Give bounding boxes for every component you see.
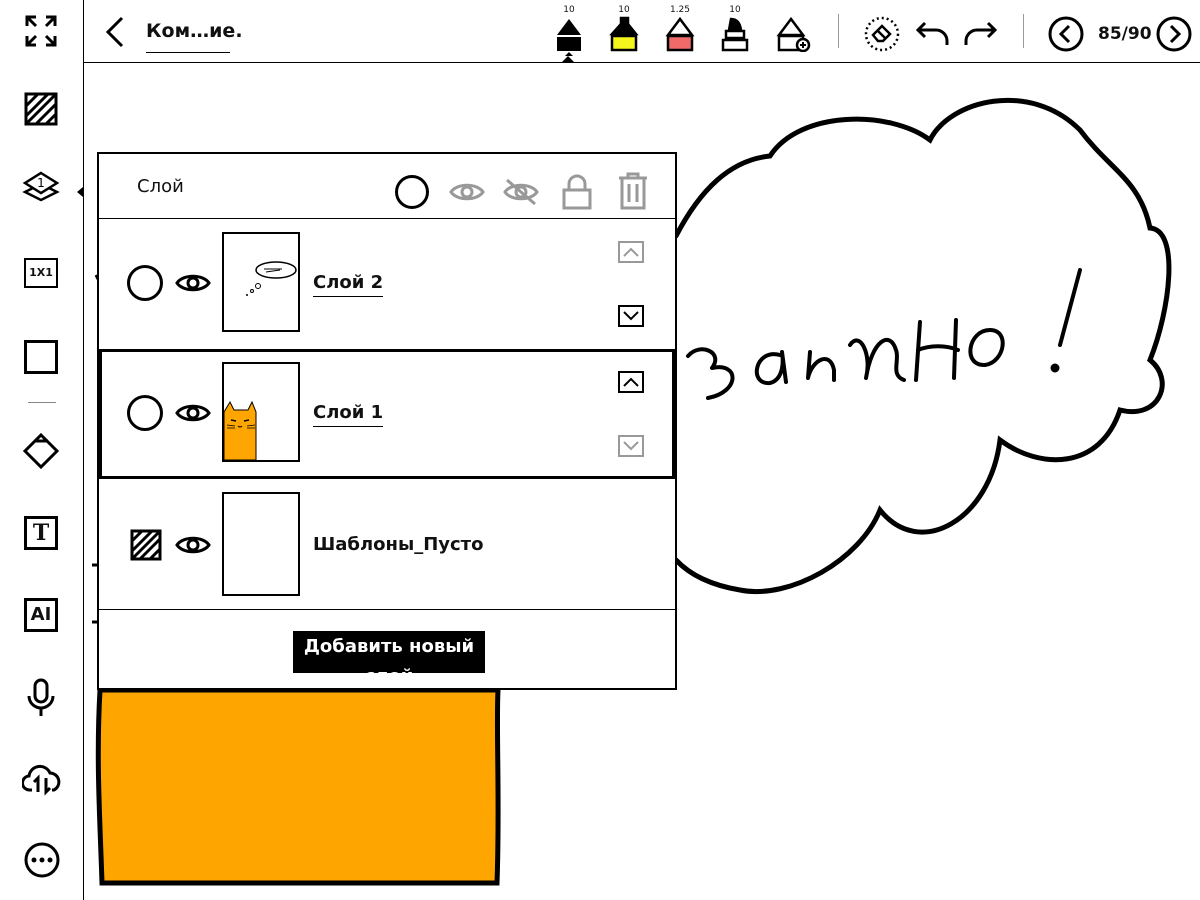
top-toolbar: Ком…ие. 10 10 1.25 10 85/90 [0,0,1200,63]
layer-panel: Слой Слой 2 Слой 1 Шаблоны_Пусто Добавит… [97,152,677,690]
move-down-icon[interactable] [618,305,644,327]
fullscreen-icon[interactable] [24,14,58,48]
layers-icon[interactable]: 1 [22,170,62,206]
layer-row-template[interactable]: Шаблоны_Пусто [99,479,675,609]
move-down-icon [618,435,644,457]
selected-pen-indicator [562,56,574,62]
layer-name: Шаблоны_Пусто [313,534,484,555]
shape-tool-icon[interactable] [776,16,812,52]
text-icon[interactable]: T [24,516,58,550]
layer-select-radio[interactable] [127,265,163,301]
handwriting-text [686,268,1082,400]
mini-cloud-thumbnail [246,261,297,296]
pen-size-label: 10 [729,5,741,15]
layers-badge: 1 [37,176,45,190]
eye-icon[interactable] [175,271,211,295]
pen-red-icon[interactable] [665,16,695,52]
divider [1023,14,1024,48]
back-chevron-icon[interactable] [104,16,126,48]
layer-select-radio[interactable] [127,395,163,431]
marker-pen-icon[interactable] [720,16,750,52]
layer-row-selected[interactable]: Слой 1 [99,349,675,479]
layer-thumbnail [222,362,300,462]
move-up-icon [618,241,644,263]
pen-size-label: 10 [563,5,575,15]
eraser-circle-icon[interactable] [864,16,900,52]
microphone-icon[interactable] [26,678,56,718]
highlighter-yellow-icon[interactable] [609,16,639,52]
undo-icon[interactable] [915,20,951,48]
layer-thumbnail [222,232,300,332]
redo-icon[interactable] [962,20,998,48]
select-all-radio-icon[interactable] [395,175,429,209]
pen-size-label: 10 [618,5,630,15]
cat-thumbnail [224,400,257,460]
template-pattern-icon [130,529,162,561]
rectangle-icon[interactable] [24,340,58,374]
divider [838,14,839,48]
lock-icon [561,174,593,210]
document-title[interactable]: Ком…ие. [146,20,243,42]
template-icon[interactable] [24,92,58,126]
layer-thumbnail [222,492,300,596]
more-icon[interactable] [24,842,60,878]
trash-icon [617,172,649,210]
left-sidebar: 1 1X1 T AI [0,62,84,900]
eraser-icon[interactable] [22,432,60,470]
fineliner-pen-icon[interactable] [554,16,584,56]
layer-name[interactable]: Слой 2 [313,272,384,297]
eye-icon[interactable] [175,401,211,425]
eye-icon[interactable] [175,533,211,557]
previous-page-icon[interactable] [1048,16,1084,52]
panel-title: Слой [137,176,184,197]
layer-row[interactable]: Слой 2 [99,219,675,349]
pen-size-label: 1.25 [669,5,691,15]
title-underline [146,52,230,53]
orange-fill-shape [95,687,501,886]
move-up-icon[interactable] [618,371,644,393]
add-new-layer-button[interactable]: Добавить новый слой [293,631,485,673]
active-indicator [77,187,83,197]
divider [99,609,675,610]
ai-icon[interactable]: AI [24,598,58,632]
grid-1x1-icon[interactable]: 1X1 [24,258,58,288]
divider [28,402,56,403]
cloud-sync-icon[interactable] [22,762,62,796]
show-all-eye-icon [449,180,485,204]
thought-cloud [673,97,1172,594]
hide-all-eye-icon [503,178,539,206]
layer-name[interactable]: Слой 1 [313,402,384,427]
divider [83,0,84,62]
next-page-icon[interactable] [1156,16,1192,52]
page-counter: 85/90 [1098,24,1152,44]
